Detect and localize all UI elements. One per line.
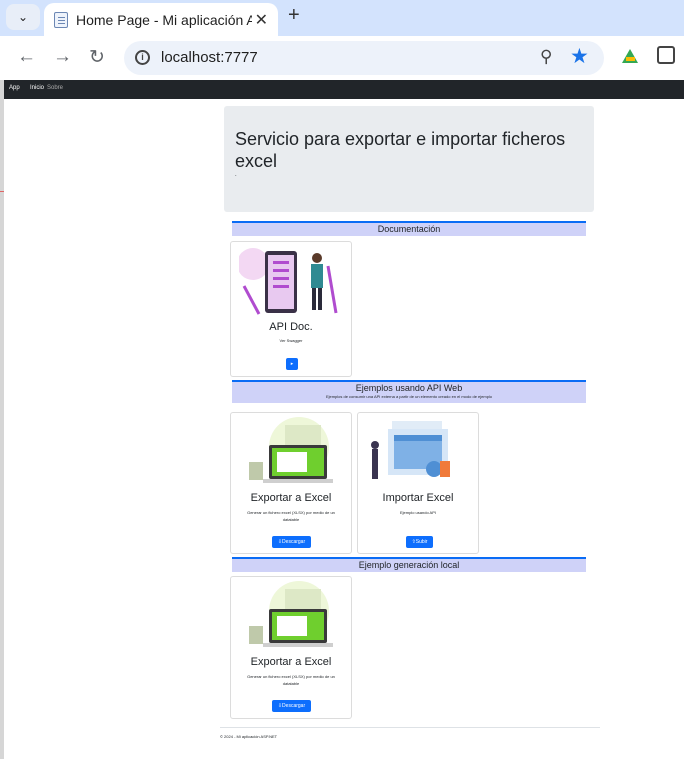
card-text: Ver Swagger: [279, 338, 303, 343]
section-title: Documentación: [377, 224, 441, 234]
tab-title: Home Page - Mi aplicación ASP.NET: [76, 11, 252, 28]
card-text: Generar un fichero excel (XLSX) por medi…: [247, 674, 335, 686]
card-title: API Doc.: [269, 321, 313, 333]
nav-link-sobre[interactable]: Sobre: [47, 85, 63, 91]
page-title: Servicio para exportar e importar ficher…: [235, 129, 566, 171]
footer-text: © 2024 - Mi aplicación ASP.NET: [220, 734, 278, 739]
card-title: Exportar a Excel: [250, 492, 332, 504]
zoom-icon[interactable]: ⚲: [540, 47, 552, 67]
url-text[interactable]: localhost:7777: [161, 49, 258, 66]
nav-link-inicio[interactable]: Inicio: [30, 85, 44, 91]
card-api-doc: API Doc. Ver Swagger ▸: [230, 241, 352, 377]
section-subtitle: Ejemplos de consumir una API externa a p…: [325, 394, 493, 399]
forward-button[interactable]: →: [53, 46, 72, 68]
close-tab-icon[interactable]: ✕: [255, 10, 268, 30]
site-navbar: App Inicio Sobre: [4, 80, 684, 99]
card-title: Importar Excel: [382, 492, 454, 504]
page-favicon-icon: [54, 11, 68, 28]
site-info-icon[interactable]: i: [135, 50, 150, 65]
card-importar-excel: Importar Excel Ejemplo usando API ⇧Subir: [357, 412, 479, 554]
import-excel-illustration: [371, 421, 450, 479]
section-api-web: Ejemplos usando API Web Ejemplos de cons…: [232, 380, 586, 403]
card-text: Generar un fichero excel (XLSX) por medi…: [247, 510, 335, 522]
tab-search-button[interactable]: ⌄: [6, 4, 40, 30]
section-title: Ejemplo generación local: [358, 560, 460, 570]
page-viewport: App Inicio Sobre Servicio para exportar …: [0, 80, 684, 759]
api-doc-illustration: [239, 248, 338, 315]
export-excel-illustration: [249, 417, 333, 483]
card-exportar-excel: Exportar a Excel Generar un fichero exce…: [230, 412, 352, 554]
page-subtitle: .: [235, 172, 237, 178]
section-documentacion: Documentación: [232, 221, 586, 236]
address-bar[interactable]: i localhost:7777 ⚲ ★: [124, 41, 604, 75]
new-tab-button[interactable]: +: [288, 4, 300, 27]
section-title: Ejemplos usando API Web: [355, 383, 463, 393]
browser-tab[interactable]: Home Page - Mi aplicación ASP.NET ✕: [44, 3, 278, 36]
card-title: Exportar a Excel: [250, 656, 332, 668]
export-excel-illustration: [249, 581, 333, 647]
section-generacion-local: Ejemplo generación local: [232, 557, 586, 572]
api-doc-button[interactable]: ▸: [286, 358, 298, 370]
hero-jumbotron: Servicio para exportar e importar ficher…: [224, 106, 594, 212]
chevron-down-icon: ⌄: [17, 10, 29, 24]
navbar-brand[interactable]: App: [9, 85, 20, 91]
upload-button[interactable]: ⇧Subir: [406, 536, 433, 548]
browser-tab-strip: ⌄ Home Page - Mi aplicación ASP.NET ✕ +: [0, 0, 684, 36]
browser-toolbar: ← → ↻ i localhost:7777 ⚲ ★: [0, 36, 684, 80]
edge-marker: [0, 191, 4, 192]
extensions-icon[interactable]: [657, 46, 675, 64]
download-button[interactable]: ⇩Descargar: [272, 536, 311, 548]
google-drive-icon[interactable]: [622, 49, 638, 63]
footer-divider: [220, 727, 600, 728]
reload-button[interactable]: ↻: [89, 46, 105, 69]
card-text: Ejemplo usando API: [399, 510, 437, 515]
download-button[interactable]: ⇩Descargar: [272, 700, 311, 712]
bookmark-star-icon[interactable]: ★: [570, 44, 589, 69]
card-exportar-excel-local: Exportar a Excel Generar un fichero exce…: [230, 576, 352, 719]
back-button[interactable]: ←: [17, 46, 36, 68]
